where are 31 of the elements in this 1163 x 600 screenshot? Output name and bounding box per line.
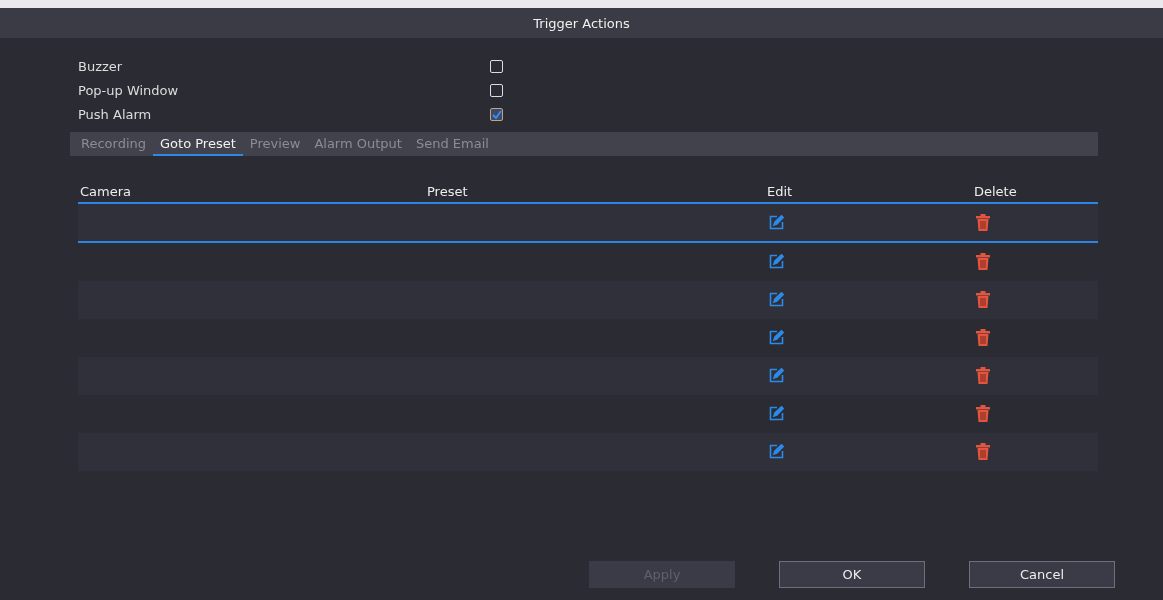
trash-icon[interactable] (976, 367, 990, 384)
edit-icon[interactable] (769, 254, 784, 269)
option-label: Buzzer (78, 58, 124, 74)
edit-icon[interactable] (769, 292, 784, 307)
column-header: Preset (426, 184, 469, 201)
trash-icon[interactable] (976, 214, 990, 231)
edit-icon[interactable] (769, 406, 784, 421)
checkbox[interactable] (490, 107, 503, 121)
edit-icon[interactable] (769, 368, 784, 383)
table-row[interactable] (78, 204, 1098, 243)
trash-icon[interactable] (976, 329, 990, 346)
tab[interactable]: Goto Preset (153, 132, 243, 156)
trash-icon[interactable] (976, 405, 990, 422)
tab[interactable]: Preview (242, 132, 308, 156)
edit-icon[interactable] (769, 444, 784, 459)
column-header: Edit (766, 184, 794, 201)
option-label: Push Alarm (78, 106, 153, 122)
tab[interactable]: Send Email (408, 132, 496, 156)
edit-icon[interactable] (769, 215, 784, 230)
column-header: Delete (973, 184, 1018, 201)
window-title: Trigger Actions (0, 8, 1163, 38)
trash-icon[interactable] (976, 443, 990, 460)
edit-icon[interactable] (769, 330, 784, 345)
tab[interactable]: Recording (74, 132, 154, 156)
dialog-button[interactable]: Cancel (969, 561, 1115, 588)
option-label: Pop-up Window (78, 82, 180, 98)
dialog-button[interactable]: OK (779, 561, 925, 588)
column-header: Camera (79, 184, 133, 201)
trash-icon[interactable] (976, 291, 990, 308)
trash-icon[interactable] (976, 253, 990, 270)
tab[interactable]: Alarm Output (307, 132, 409, 156)
